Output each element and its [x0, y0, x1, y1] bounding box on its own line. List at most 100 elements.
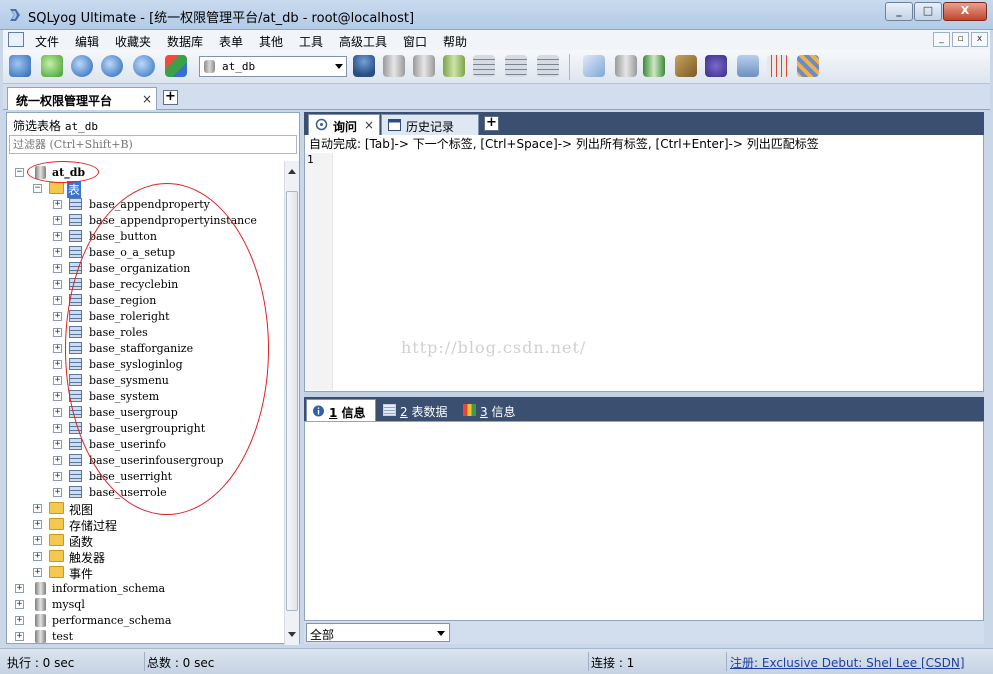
menu-advanced-tools[interactable]: 高级工具: [339, 33, 387, 50]
tree-table-row[interactable]: + base_recyclebin: [53, 277, 273, 293]
tree-table-row[interactable]: + base_appendpropertyinstance: [53, 213, 273, 229]
expand-icon[interactable]: +: [53, 248, 62, 257]
refresh-icon[interactable]: [133, 55, 155, 77]
tree-folder-tables[interactable]: − 表: [33, 181, 273, 198]
tree-table-row[interactable]: + base_sysmenu: [53, 373, 273, 389]
tree-table-row[interactable]: + base_organization: [53, 261, 273, 277]
tree-table-row[interactable]: + base_region: [53, 293, 273, 309]
expand-icon[interactable]: +: [15, 600, 24, 609]
tree-table-row[interactable]: + base_roles: [53, 325, 273, 341]
table-structure-icon[interactable]: [537, 55, 559, 77]
document-icon[interactable]: [8, 32, 24, 47]
stop-icon[interactable]: [165, 55, 187, 77]
tree-table-row[interactable]: + base_userrole: [53, 485, 273, 501]
menu-table[interactable]: 表单: [219, 33, 243, 50]
tree-table-row[interactable]: + base_usergroupright: [53, 421, 273, 437]
menu-edit[interactable]: 编辑: [75, 33, 99, 50]
tree-table-row[interactable]: + base_sysloginlog: [53, 357, 273, 373]
copy-database-icon[interactable]: [615, 55, 637, 77]
menu-other[interactable]: 其他: [259, 33, 283, 50]
expand-icon[interactable]: +: [53, 232, 62, 241]
notification-icon[interactable]: [737, 55, 759, 77]
new-connection-same-icon[interactable]: [41, 55, 63, 77]
tree-table-row[interactable]: + base_o_a_setup: [53, 245, 273, 261]
tab-result-info[interactable]: 1 信息: [306, 399, 376, 421]
tab-result-info-3[interactable]: 3 信息: [458, 399, 528, 421]
tree-table-row[interactable]: + base_button: [53, 229, 273, 245]
tree-folder-row[interactable]: + 函数: [33, 533, 253, 549]
collapse-icon[interactable]: −: [15, 168, 24, 177]
tree-table-row[interactable]: + base_appendproperty: [53, 197, 273, 213]
user-manager-icon[interactable]: [353, 55, 375, 77]
expand-icon[interactable]: +: [33, 536, 42, 545]
execute-query-icon[interactable]: [71, 55, 93, 77]
schema-designer-icon[interactable]: [797, 55, 819, 77]
expand-icon[interactable]: +: [53, 440, 62, 449]
tree-db-row[interactable]: + test: [15, 629, 255, 645]
menu-file[interactable]: 文件: [35, 33, 59, 50]
restore-database-icon[interactable]: [413, 55, 435, 77]
expand-icon[interactable]: +: [33, 552, 42, 561]
connection-tab[interactable]: 统一权限管理平台 ×: [7, 87, 157, 110]
expand-icon[interactable]: +: [53, 408, 62, 417]
expand-icon[interactable]: +: [53, 472, 62, 481]
menu-favorites[interactable]: 收藏夹: [115, 33, 151, 50]
mdi-minimize-button[interactable]: _: [933, 32, 950, 47]
menu-window[interactable]: 窗口: [403, 33, 427, 50]
tree-folder-row[interactable]: + 事件: [33, 565, 253, 581]
expand-icon[interactable]: +: [53, 264, 62, 273]
tree-folder-row[interactable]: + 视图: [33, 501, 253, 517]
expand-icon[interactable]: +: [15, 632, 24, 641]
expand-icon[interactable]: +: [15, 616, 24, 625]
add-query-tab-button[interactable]: +: [484, 116, 499, 131]
expand-icon[interactable]: +: [53, 360, 62, 369]
tree-table-row[interactable]: + base_stafforganize: [53, 341, 273, 357]
expand-icon[interactable]: +: [53, 488, 62, 497]
result-filter-select[interactable]: 全部: [306, 623, 450, 642]
query-editor[interactable]: 自动完成: [Tab]-> 下一个标签, [Ctrl+Space]-> 列出所有…: [304, 135, 984, 392]
expand-icon[interactable]: +: [53, 216, 62, 225]
expand-icon[interactable]: +: [53, 280, 62, 289]
tree-folder-row[interactable]: + 触发器: [33, 549, 253, 565]
tab-query[interactable]: 询问 ×: [308, 114, 380, 135]
database-selector[interactable]: at_db: [199, 56, 347, 77]
filter-input[interactable]: 过滤器 (Ctrl+Shift+B): [9, 135, 297, 154]
close-button[interactable]: X: [943, 2, 987, 21]
maximize-button[interactable]: □: [914, 2, 942, 21]
tree-db-row[interactable]: + performance_schema: [15, 613, 255, 629]
expand-icon[interactable]: +: [53, 424, 62, 433]
tab-history[interactable]: 历史记录: [381, 114, 479, 135]
query-builder-icon[interactable]: [767, 55, 789, 77]
expand-icon[interactable]: +: [53, 456, 62, 465]
expand-icon[interactable]: +: [53, 344, 62, 353]
scroll-down-icon[interactable]: [288, 632, 296, 637]
tree-table-row[interactable]: + base_system: [53, 389, 273, 405]
menu-database[interactable]: 数据库: [167, 33, 203, 50]
execute-all-icon[interactable]: [101, 55, 123, 77]
scheduled-jobs-icon[interactable]: [705, 55, 727, 77]
close-icon[interactable]: ×: [142, 92, 152, 106]
mdi-close-button[interactable]: x: [971, 32, 988, 47]
new-connection-icon[interactable]: [9, 55, 31, 77]
scroll-thumb[interactable]: [286, 191, 298, 611]
expand-icon[interactable]: +: [15, 584, 24, 593]
import-icon[interactable]: [443, 55, 465, 77]
tree-table-row[interactable]: + base_roleright: [53, 309, 273, 325]
tree-folder-row[interactable]: + 存储过程: [33, 517, 253, 533]
expand-icon[interactable]: +: [33, 568, 42, 577]
expand-icon[interactable]: +: [53, 312, 62, 321]
backup-database-icon[interactable]: [383, 55, 405, 77]
expand-icon[interactable]: +: [53, 296, 62, 305]
expand-icon[interactable]: +: [53, 328, 62, 337]
tree-db-row[interactable]: + mysql: [15, 597, 255, 613]
minimize-button[interactable]: _: [885, 2, 913, 21]
table-view-icon[interactable]: [473, 55, 495, 77]
mdi-restore-button[interactable]: ▫: [952, 32, 969, 47]
data-sync-icon[interactable]: [643, 55, 665, 77]
scroll-up-icon[interactable]: [288, 169, 296, 174]
tree-table-row[interactable]: + base_userinfo: [53, 437, 273, 453]
tab-table-data[interactable]: 2 表数据: [378, 399, 458, 421]
import-external-data-icon[interactable]: [675, 55, 697, 77]
add-connection-tab-button[interactable]: +: [163, 90, 178, 105]
tree-table-row[interactable]: + base_userright: [53, 469, 273, 485]
